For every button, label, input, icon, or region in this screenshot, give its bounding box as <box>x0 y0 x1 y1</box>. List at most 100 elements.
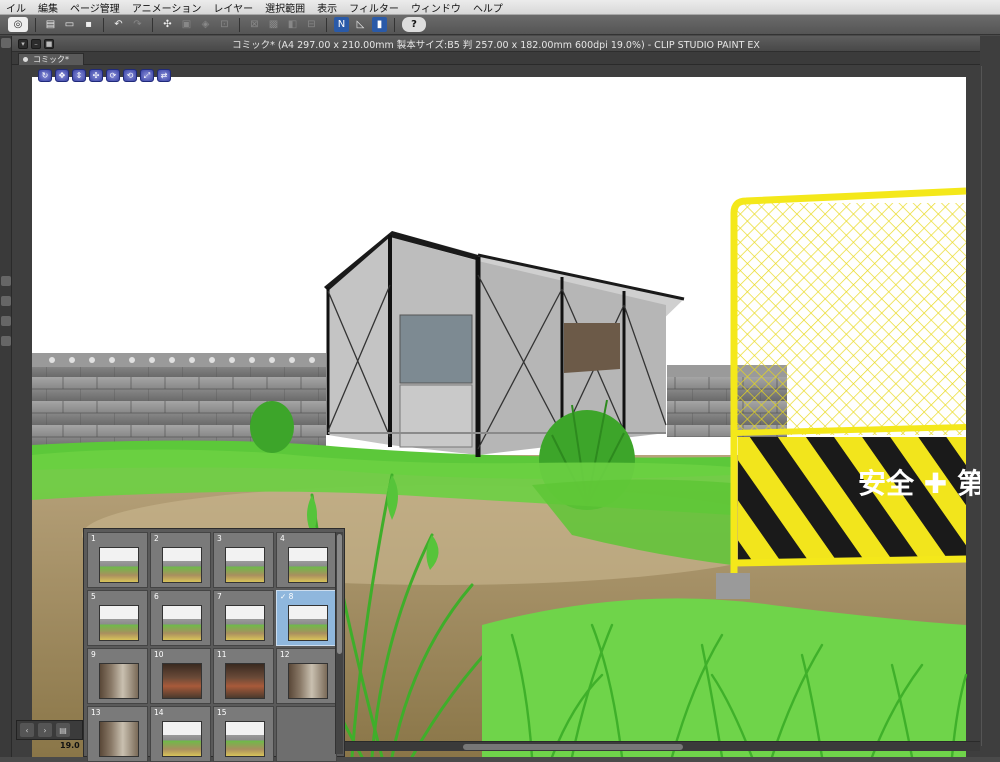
camera-angle-thumb[interactable]: 3 <box>213 532 274 588</box>
thumb-preview <box>225 605 265 641</box>
camera-angle-thumb[interactable]: 6 <box>150 590 211 646</box>
thumb-number: 11 <box>217 650 227 659</box>
save-icon[interactable]: ▪ <box>81 17 96 32</box>
help-icon[interactable]: ? <box>402 17 426 32</box>
snap-special-ruler-icon[interactable]: ◺ <box>353 17 368 32</box>
camera-pan-icon[interactable]: ✥ <box>55 69 69 82</box>
undo-icon[interactable]: ↶ <box>111 17 126 32</box>
scale-icon[interactable]: ▣ <box>179 17 194 32</box>
snap-grid-icon[interactable]: ▮ <box>372 17 387 32</box>
canvas-window-titlebar[interactable]: ▾ – ■ コミック* (A4 297.00 x 210.00mm 製本サイズ:… <box>12 36 980 52</box>
page-list-icon[interactable]: ▤ <box>56 723 70 737</box>
invert-icon[interactable]: ◧ <box>285 17 300 32</box>
scrollbar-thumb[interactable] <box>337 534 342 654</box>
menu-item[interactable]: フィルター <box>343 0 405 15</box>
camera-angle-thumb[interactable]: 2 <box>150 532 211 588</box>
clip-studio-icon[interactable]: ◎ <box>8 17 28 32</box>
object-rotate-y-icon[interactable]: ⟲ <box>123 69 137 82</box>
zoom-level: 19.0 <box>60 741 80 750</box>
thumb-number: 1 <box>91 534 96 543</box>
thumb-number: 15 <box>217 708 227 717</box>
dock-handle-icon[interactable] <box>1 276 11 286</box>
thumb-number: 13 <box>91 708 101 717</box>
menu-item[interactable]: アニメーション <box>126 0 208 15</box>
dock-handle-icon[interactable] <box>1 316 11 326</box>
object-move-icon[interactable]: ✣ <box>89 69 103 82</box>
toolbar-divider <box>152 17 153 32</box>
thumb-number: 12 <box>280 650 290 659</box>
dock-handle-icon[interactable] <box>1 296 11 306</box>
rotate-icon[interactable]: ◈ <box>198 17 213 32</box>
camera-angle-thumb[interactable]: 12 <box>276 648 337 704</box>
menu-item[interactable]: イル <box>0 0 32 15</box>
thumb-preview <box>288 663 328 699</box>
open-file-icon[interactable]: ▭ <box>62 17 77 32</box>
camera-angle-thumb[interactable] <box>276 706 337 762</box>
redo-icon[interactable]: ↷ <box>130 17 145 32</box>
camera-angle-thumb[interactable]: ✓ 8 <box>276 590 337 646</box>
dock-handle-icon[interactable] <box>1 336 11 346</box>
thumb-number: 5 <box>91 592 96 601</box>
camera-rotate-icon[interactable]: ↻ <box>38 69 52 82</box>
object-scale-icon[interactable]: ⤢ <box>140 69 154 82</box>
camera-angle-thumb[interactable]: 10 <box>150 648 211 704</box>
toolbar-divider <box>103 17 104 32</box>
thumb-preview <box>162 547 202 583</box>
snap-ruler-icon[interactable]: N <box>334 17 349 32</box>
tab-label: コミック* <box>33 55 69 64</box>
thumb-preview <box>162 721 202 757</box>
dock-handle-icon[interactable] <box>1 38 11 48</box>
camera-angle-thumb[interactable]: 13 <box>87 706 148 762</box>
tab-close-icon[interactable] <box>23 57 28 62</box>
thumb-number: 4 <box>280 534 285 543</box>
thumb-preview <box>99 547 139 583</box>
crop-icon[interactable]: ⊟ <box>304 17 319 32</box>
toolbar-divider <box>239 17 240 32</box>
camera-zoom-icon[interactable]: ⇕ <box>72 69 86 82</box>
camera-angle-thumb[interactable]: 7 <box>213 590 274 646</box>
menu-item[interactable]: ヘルプ <box>467 0 509 15</box>
horizontal-scrollbar[interactable] <box>345 741 980 751</box>
camera-angle-thumb[interactable]: 9 <box>87 648 148 704</box>
thumb-number: 2 <box>154 534 159 543</box>
right-dock-strip <box>980 36 1000 757</box>
document-tab-bar: コミック* <box>12 52 980 65</box>
scrollbar-thumb[interactable] <box>463 744 683 750</box>
menu-item[interactable]: ページ管理 <box>64 0 126 15</box>
transform-icon[interactable]: ✣ <box>160 17 175 32</box>
camera-angle-thumb[interactable]: 11 <box>213 648 274 704</box>
next-page-icon[interactable]: › <box>38 723 52 737</box>
page-navigator: ‹ › ▤ <box>16 720 83 740</box>
object-rotate-icon[interactable]: ⟳ <box>106 69 120 82</box>
menu-item[interactable]: 選択範囲 <box>259 0 311 15</box>
camera-angle-thumb[interactable]: 15 <box>213 706 274 762</box>
clear-icon[interactable]: ⊠ <box>247 17 262 32</box>
camera-tools: ↻ ✥ ⇕ ✣ ⟳ ⟲ ⤢ ⇄ <box>38 69 171 82</box>
thumb-number: 7 <box>217 592 222 601</box>
free-transform-icon[interactable]: ⊡ <box>217 17 232 32</box>
dock-divider <box>981 66 982 746</box>
thumb-preview <box>225 547 265 583</box>
toolbar-divider <box>35 17 36 32</box>
thumb-preview <box>162 605 202 641</box>
menu-item[interactable]: 編集 <box>32 0 64 15</box>
safety-sign-text: 安全 ✚ 第 <box>858 467 980 500</box>
window-title: コミック* (A4 297.00 x 210.00mm 製本サイズ:B5 判 2… <box>232 39 760 51</box>
thumb-preview <box>225 663 265 699</box>
menu-item[interactable]: レイヤー <box>207 0 259 15</box>
camera-angle-grid: 1 2 3 4 5 6 7 ✓ 8 9 10 11 12 13 14 15 <box>87 532 337 762</box>
thumbnail-scrollbar[interactable] <box>335 532 343 754</box>
camera-angle-thumb[interactable]: 1 <box>87 532 148 588</box>
prev-page-icon[interactable]: ‹ <box>20 723 34 737</box>
thumb-preview <box>99 721 139 757</box>
menu-item[interactable]: 表示 <box>311 0 343 15</box>
thumb-preview <box>99 605 139 641</box>
menu-item[interactable]: ウィンドウ <box>405 0 467 15</box>
camera-angle-thumb[interactable]: 4 <box>276 532 337 588</box>
object-slide-icon[interactable]: ⇄ <box>157 69 171 82</box>
camera-angle-thumb[interactable]: 14 <box>150 706 211 762</box>
new-file-icon[interactable]: ▤ <box>43 17 58 32</box>
camera-angle-thumb[interactable]: 5 <box>87 590 148 646</box>
tab-comic[interactable]: コミック* <box>18 53 84 65</box>
fill-icon[interactable]: ▩ <box>266 17 281 32</box>
